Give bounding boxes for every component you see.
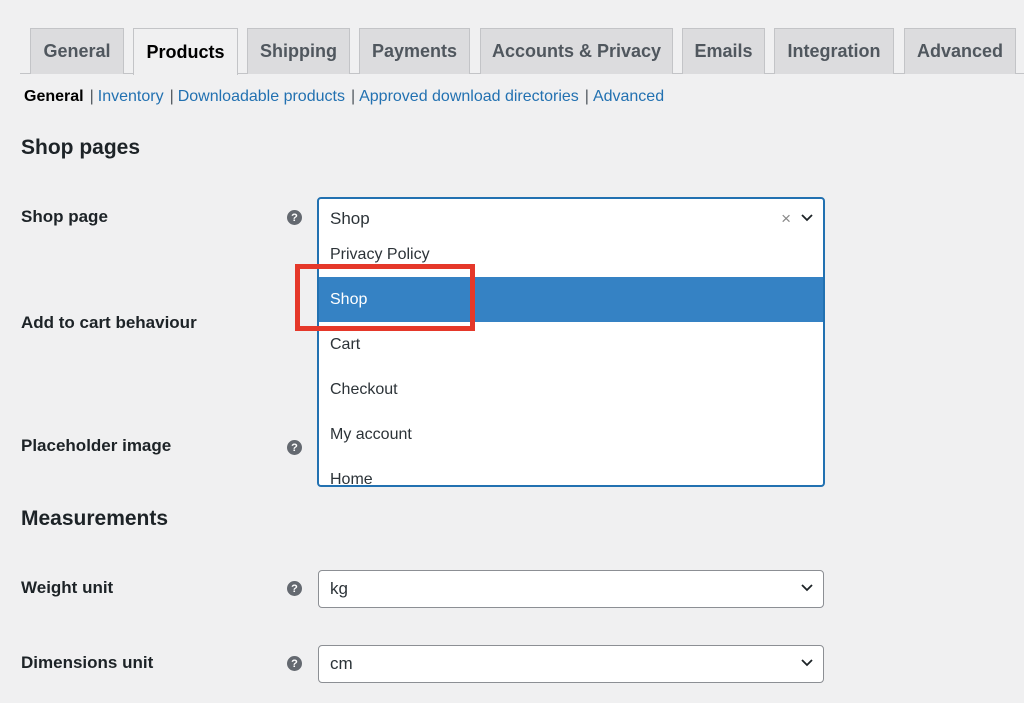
help-icon[interactable]: ? — [287, 210, 302, 225]
label-weight-unit: Weight unit — [21, 578, 114, 597]
label-shop-page: Shop page — [21, 207, 108, 226]
shop-page-value: Shop — [330, 209, 370, 228]
option-home[interactable]: Home — [319, 457, 823, 486]
help-icon[interactable]: ? — [287, 440, 302, 455]
option-privacy-policy[interactable]: Privacy Policy — [319, 232, 823, 277]
help-icon[interactable]: ? — [287, 581, 302, 596]
tab-emails[interactable]: Emails — [682, 28, 765, 74]
tab-integration[interactable]: Integration — [774, 28, 894, 74]
tab-advanced[interactable]: Advanced — [904, 28, 1016, 74]
subnav-inventory[interactable]: Inventory — [98, 88, 164, 105]
settings-tabs: General Products Shipping Payments Accou… — [20, 28, 1024, 75]
shop-page-options: Privacy Policy Shop Cart Checkout My acc… — [319, 232, 823, 486]
subnav-general: General — [24, 88, 84, 105]
shop-page-select[interactable]: Shop × Privacy Policy Shop Cart Checkout… — [317, 197, 825, 487]
dimensions-unit-select[interactable]: cm — [318, 645, 824, 683]
option-shop[interactable]: Shop — [319, 277, 823, 322]
weight-unit-select[interactable]: kg — [318, 570, 824, 608]
clear-icon[interactable]: × — [781, 209, 791, 229]
label-placeholder-image: Placeholder image — [21, 436, 172, 455]
heading-shop-pages: Shop pages — [21, 136, 141, 159]
tab-general[interactable]: General — [30, 28, 124, 74]
tab-products[interactable]: Products — [133, 28, 238, 75]
help-icon[interactable]: ? — [287, 656, 302, 671]
chevron-down-icon — [801, 584, 813, 592]
tab-shipping[interactable]: Shipping — [247, 28, 350, 74]
chevron-down-icon — [801, 659, 813, 667]
tab-payments[interactable]: Payments — [359, 28, 470, 74]
settings-page: General Products Shipping Payments Accou… — [0, 0, 1024, 703]
subnav-advanced[interactable]: Advanced — [593, 88, 664, 105]
label-add-to-cart: Add to cart behaviour — [21, 313, 197, 332]
subnav-downloadable-products[interactable]: Downloadable products — [178, 88, 345, 105]
option-cart[interactable]: Cart — [319, 322, 823, 367]
option-my-account[interactable]: My account — [319, 412, 823, 457]
option-checkout[interactable]: Checkout — [319, 367, 823, 412]
tab-accounts-privacy[interactable]: Accounts & Privacy — [480, 28, 673, 74]
dimensions-unit-value: cm — [330, 654, 353, 673]
section-subnav: General | Inventory | Downloadable products |… — [24, 88, 665, 105]
subnav-approved-download-directories[interactable]: Approved download directories — [359, 88, 579, 105]
label-dimensions-unit: Dimensions unit — [21, 653, 154, 672]
weight-unit-value: kg — [330, 579, 348, 598]
heading-measurements: Measurements — [21, 507, 169, 530]
chevron-down-icon[interactable] — [801, 213, 813, 223]
